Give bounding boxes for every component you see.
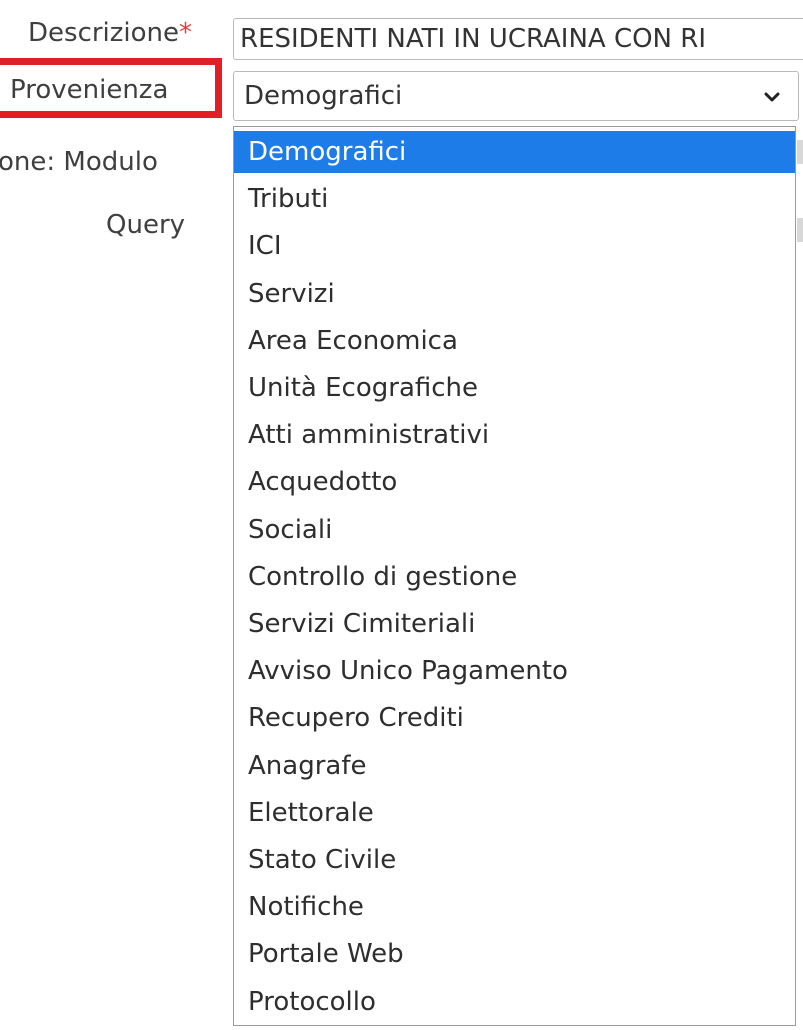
dropdown-option[interactable]: Unità Ecografiche (234, 367, 795, 409)
dropdown-option[interactable]: ICI (234, 225, 795, 267)
descrizione-label: Descrizione* (28, 16, 192, 50)
descrizione-input[interactable]: RESIDENTI NATI IN UCRAINA CON RI (233, 18, 803, 60)
dropdown-option[interactable]: Acquedotto (234, 461, 795, 503)
provenienza-selected-value: Demografici (244, 81, 403, 111)
dropdown-option[interactable]: Tributi (234, 178, 795, 220)
descrizione-label-text: Descrizione (28, 18, 180, 48)
dropdown-option[interactable]: Demografici (234, 131, 795, 173)
dropdown-option[interactable]: Notifiche (234, 886, 795, 928)
provenienza-select[interactable]: Demografici (233, 71, 799, 121)
dropdown-option[interactable]: Elettorale (234, 792, 795, 834)
provenienza-dropdown-list: Demografici Tributi ICI Servizi Area Economi… (233, 126, 796, 1026)
dropdown-option[interactable]: Sociali (234, 509, 795, 551)
provenienza-label: Provenienza (10, 75, 169, 105)
query-label: Query (106, 210, 186, 240)
dropdown-option[interactable]: Area Economica (234, 320, 795, 362)
dropdown-option[interactable]: Protocollo (234, 981, 795, 1023)
dropdown-option[interactable]: Atti amministrativi (234, 414, 795, 456)
required-marker: * (179, 18, 193, 48)
dropdown-option[interactable]: Portale Web (234, 933, 795, 975)
dropdown-option[interactable]: Stato Civile (234, 839, 795, 881)
dropdown-option[interactable]: Avviso Unico Pagamento (234, 650, 795, 692)
background-control-edge (797, 140, 803, 164)
background-control-edge (797, 218, 803, 242)
dropdown-option[interactable]: Servizi (234, 273, 795, 315)
form-screen: Descrizione* RESIDENTI NATI IN UCRAINA C… (0, 0, 803, 1030)
dropdown-option[interactable]: Recupero Crediti (234, 697, 795, 739)
dropdown-option[interactable]: Servizi Cimiteriali (234, 603, 795, 645)
dropdown-option[interactable]: Controllo di gestione (234, 556, 795, 598)
dropdown-option[interactable]: Anagrafe (234, 745, 795, 787)
chevron-down-icon (764, 92, 780, 102)
modulo-label: one: Modulo (0, 147, 158, 177)
